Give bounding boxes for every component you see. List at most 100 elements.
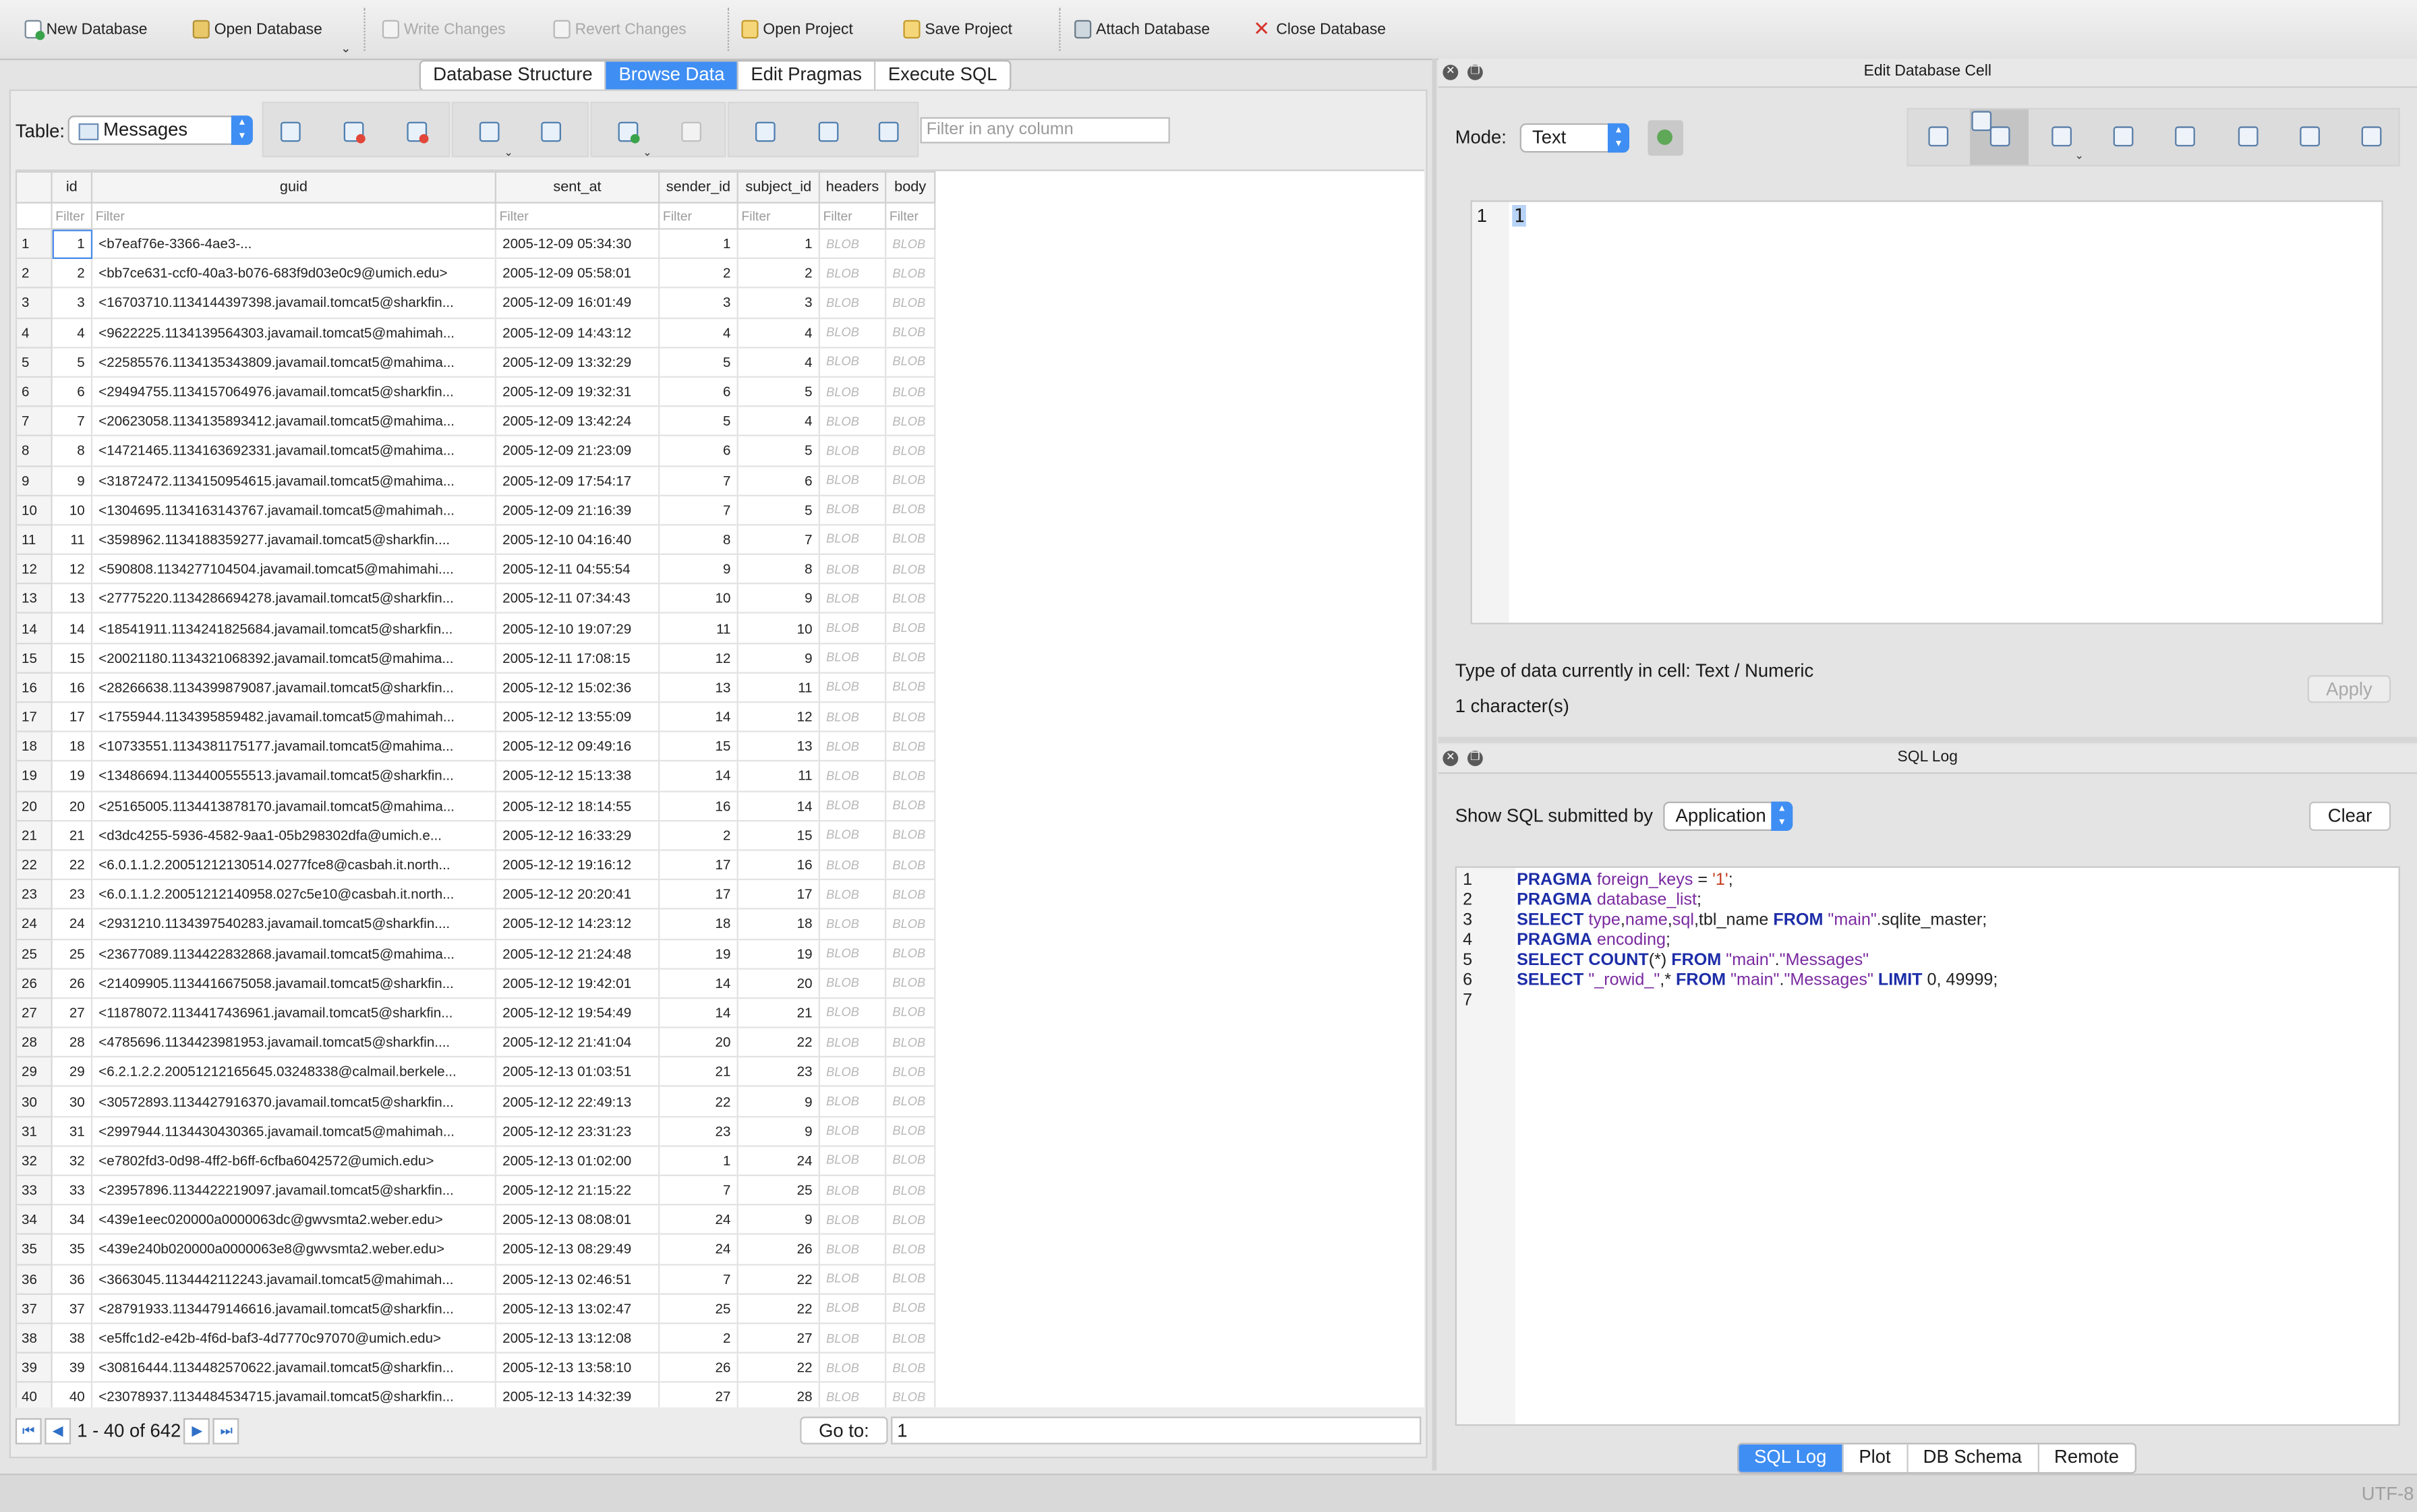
cell-headers[interactable]: BLOB [818, 435, 887, 467]
cell-sent-at[interactable]: 2005-12-12 20:20:41 [494, 879, 660, 910]
cell-sender-id[interactable]: 27 [658, 1381, 738, 1407]
cell-subject-id[interactable]: 22 [736, 1293, 820, 1325]
cell-body[interactable]: BLOB [884, 228, 936, 260]
cell-sent-at[interactable]: 2005-12-09 21:16:39 [494, 494, 660, 526]
cell-subject-id[interactable]: 5 [736, 494, 820, 526]
cell-subject-id[interactable]: 22 [736, 1263, 820, 1295]
cell-headers[interactable]: BLOB [818, 701, 887, 733]
table-row[interactable]: 3 3 <16703710.1134144397398.javamail.tomca… [15, 287, 936, 319]
goto-button[interactable]: Go to: [800, 1416, 888, 1445]
open-database-dropdown-icon[interactable]: ⌄ [341, 42, 351, 56]
print-icon[interactable] [538, 119, 563, 144]
cell-sender-id[interactable]: 1 [658, 228, 738, 260]
column-header-guid[interactable]: guid [90, 171, 496, 204]
table-row[interactable]: 6 6 <29494755.1134157064976.javamail.tomca… [15, 376, 936, 407]
cell-headers[interactable]: BLOB [818, 228, 887, 260]
cell-subject-id[interactable]: 9 [736, 1086, 820, 1117]
cell-guid[interactable]: <6.0.1.1.2.20051212130514.0277fce8@casba… [90, 849, 496, 881]
cell-body[interactable]: BLOB [884, 1233, 936, 1265]
cell-sender-id[interactable]: 8 [658, 523, 738, 556]
cell-id[interactable]: 37 [51, 1293, 93, 1325]
cell-body[interactable]: BLOB [884, 1381, 936, 1407]
cell-sent-at[interactable]: 2005-12-09 21:23:09 [494, 435, 660, 467]
filter-input-id[interactable]: Filter [51, 202, 93, 230]
cell-sender-id[interactable]: 13 [658, 672, 738, 703]
cell-subject-id[interactable]: 15 [736, 819, 820, 851]
row-header[interactable]: 23 [15, 879, 53, 910]
row-header[interactable]: 12 [15, 553, 53, 585]
cell-headers[interactable]: BLOB [818, 1174, 887, 1206]
table-row[interactable]: 29 29 <6.2.1.2.2.20051212165645.03248338@c… [15, 1056, 936, 1088]
cell-headers[interactable]: BLOB [818, 642, 887, 674]
cell-id[interactable]: 2 [51, 258, 93, 289]
cell-id[interactable]: 4 [51, 316, 93, 349]
submitted-by-select[interactable]: Application ▴ ▾ [1663, 801, 1793, 831]
row-header[interactable]: 37 [15, 1293, 53, 1325]
cell-guid[interactable]: <10733551.1134381175177.javamail.tomcat5… [90, 730, 496, 763]
table-row[interactable]: 32 32 <e7802fd3-0d98-4ff2-b6ff-6cfba604257… [15, 1144, 936, 1177]
cell-subject-id[interactable]: 2 [736, 258, 820, 289]
table-row[interactable]: 31 31 <2997944.1134430430365.javamail.tomc… [15, 1115, 936, 1147]
cell-subject-id[interactable]: 17 [736, 879, 820, 910]
cell-headers[interactable]: BLOB [818, 790, 887, 821]
cell-sender-id[interactable]: 2 [658, 819, 738, 851]
table-row[interactable]: 2 2 <bb7ce631-ccf0-40a3-b076-683f9d03e0c9@… [15, 258, 936, 289]
cell-id[interactable]: 24 [51, 908, 93, 940]
cell-sent-at[interactable]: 2005-12-12 22:49:13 [494, 1086, 660, 1117]
cell-sender-id[interactable]: 4 [658, 316, 738, 349]
cell-body[interactable]: BLOB [884, 287, 936, 319]
cell-subject-id[interactable]: 12 [736, 701, 820, 733]
table-row[interactable]: 4 4 <9622225.1134139564303.javamail.tomcat… [15, 316, 936, 349]
cell-sent-at[interactable]: 2005-12-12 18:14:55 [494, 790, 660, 821]
cell-body[interactable]: BLOB [884, 1204, 936, 1235]
table-row[interactable]: 30 30 <30572893.1134427916370.javamail.tom… [15, 1086, 936, 1117]
close-pane-icon[interactable]: ✕ [1443, 751, 1459, 766]
cell-headers[interactable]: BLOB [818, 1204, 887, 1235]
cell-subject-id[interactable]: 9 [736, 642, 820, 674]
cell-headers[interactable]: BLOB [818, 1381, 887, 1407]
save-table-dropdown-icon[interactable]: ⌄ [504, 146, 513, 158]
cell-id[interactable]: 40 [51, 1381, 93, 1407]
cell-id[interactable]: 6 [51, 376, 93, 407]
write-changes-button[interactable]: Write Changes [382, 16, 506, 43]
mode-select[interactable]: Text ▴ ▾ [1519, 123, 1629, 153]
cell-id[interactable]: 19 [51, 760, 93, 792]
row-header[interactable]: 32 [15, 1144, 53, 1177]
row-header[interactable]: 35 [15, 1233, 53, 1265]
cell-sender-id[interactable]: 24 [658, 1233, 738, 1265]
cell-headers[interactable]: BLOB [818, 553, 887, 585]
cell-sender-id[interactable]: 20 [658, 1026, 738, 1058]
cell-sender-id[interactable]: 10 [658, 583, 738, 614]
row-header[interactable]: 33 [15, 1174, 53, 1206]
cell-sent-at[interactable]: 2005-12-13 13:02:47 [494, 1293, 660, 1325]
row-header[interactable]: 25 [15, 937, 53, 970]
cell-sender-id[interactable]: 5 [658, 405, 738, 437]
cell-sender-id[interactable]: 23 [658, 1115, 738, 1147]
cell-headers[interactable]: BLOB [818, 1322, 887, 1354]
cell-body[interactable]: BLOB [884, 642, 936, 674]
cell-headers[interactable]: BLOB [818, 1115, 887, 1147]
cell-headers[interactable]: BLOB [818, 1233, 887, 1265]
float-pane-icon[interactable]: ❐ [1467, 64, 1483, 80]
next-page-icon[interactable]: ▶ [183, 1417, 210, 1444]
cell-body[interactable]: BLOB [884, 1263, 936, 1295]
cell-body[interactable]: BLOB [884, 494, 936, 526]
cell-sender-id[interactable]: 11 [658, 612, 738, 644]
cell-headers[interactable]: BLOB [818, 583, 887, 614]
cell-body[interactable]: BLOB [884, 553, 936, 585]
table-row[interactable]: 7 7 <20623058.1134135893412.javamail.tomca… [15, 405, 936, 437]
cell-guid[interactable]: <439e240b020000a0000063e8@gwvsmta2.weber… [90, 1233, 496, 1265]
filter-input-guid[interactable]: Filter [90, 202, 496, 230]
cell-id[interactable]: 31 [51, 1115, 93, 1147]
cell-sender-id[interactable]: 12 [658, 642, 738, 674]
cell-sent-at[interactable]: 2005-12-12 23:31:23 [494, 1115, 660, 1147]
cell-sender-id[interactable]: 5 [658, 346, 738, 378]
cell-sender-id[interactable]: 14 [658, 701, 738, 733]
cell-body[interactable]: BLOB [884, 819, 936, 851]
row-header[interactable]: 28 [15, 1026, 53, 1058]
cell-sent-at[interactable]: 2005-12-11 04:55:54 [494, 553, 660, 585]
cell-id[interactable]: 12 [51, 553, 93, 585]
cell-guid[interactable]: <14721465.1134163692331.javamail.tomcat5… [90, 435, 496, 467]
cell-guid[interactable]: <1755944.1134395859482.javamail.tomcat5@… [90, 701, 496, 733]
table-row[interactable]: 18 18 <10733551.1134381175177.javamail.tom… [15, 730, 936, 763]
